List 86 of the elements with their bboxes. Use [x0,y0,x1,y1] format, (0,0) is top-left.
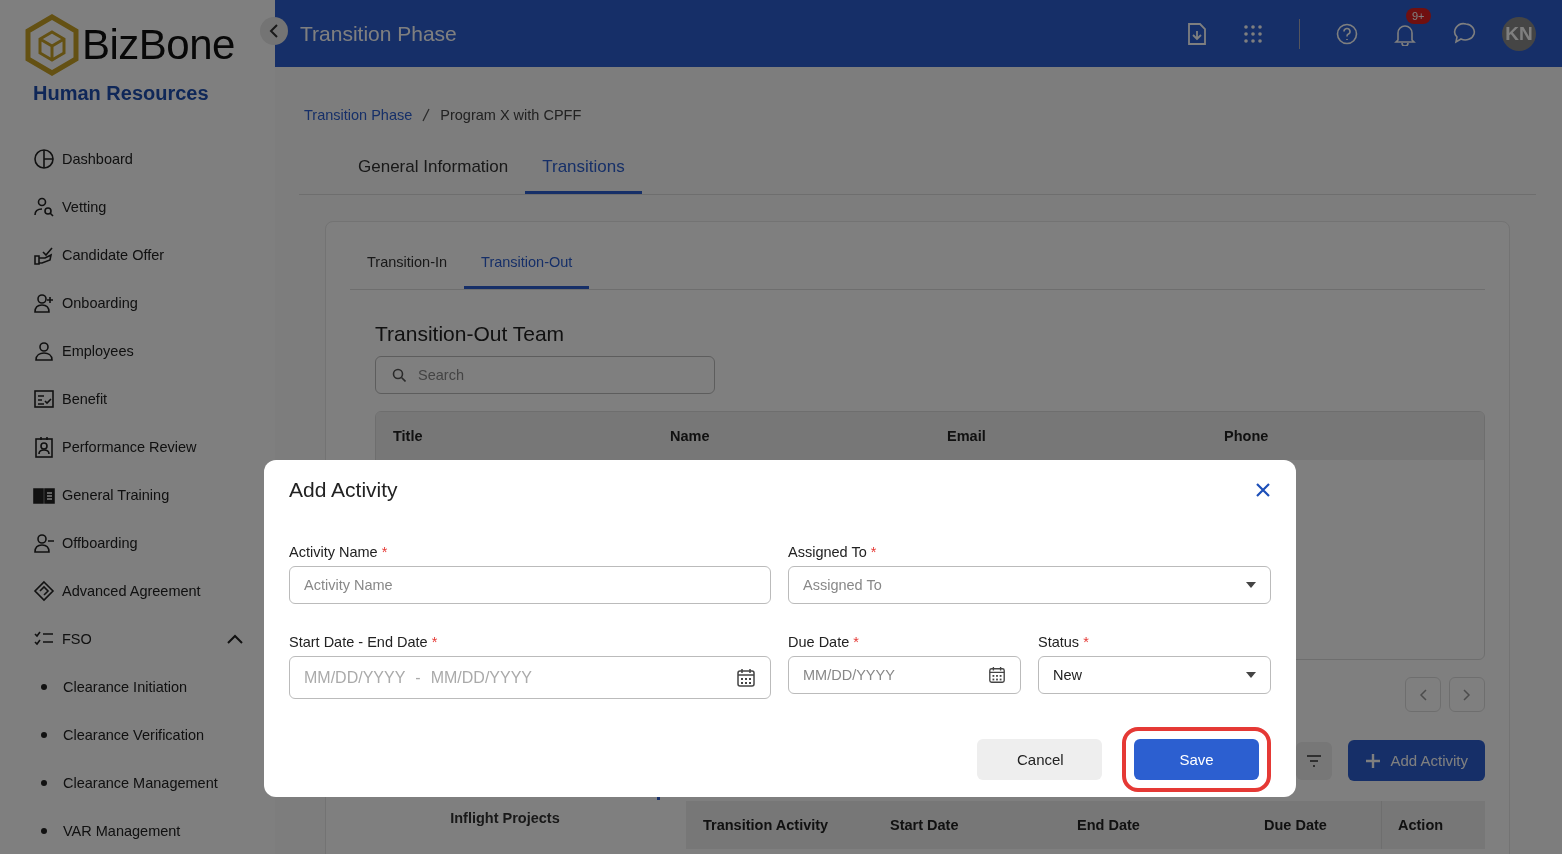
sidebar-item[interactable]: Offboarding [24,519,243,567]
dialog-title: Add Activity [289,478,398,502]
bullet-icon [41,828,47,834]
field-label: Assigned To [788,544,867,560]
chevron-right-icon [1463,688,1471,701]
column-header: Email [947,428,987,444]
user-icon [33,340,55,362]
chat-icon[interactable] [1452,21,1478,46]
column-header: End Date [1077,817,1141,833]
plus-icon [1365,752,1382,769]
search-field[interactable]: Search [375,356,715,394]
required-mark: * [381,544,388,560]
dropdown-caret-icon [1246,672,1256,678]
breadcrumb-item[interactable]: Transition Phase [304,107,413,123]
chevron-icon [227,634,243,644]
hexagon-cube-icon [24,14,80,76]
dropdown-field[interactable]: Assigned To [788,566,1271,604]
sidebar-item[interactable]: Onboarding [24,279,243,327]
breadcrumb-separator-icon [422,108,431,122]
user-plus-icon [33,292,55,314]
required-mark: * [431,634,438,650]
help-icon[interactable] [1336,22,1358,45]
search-icon [392,368,406,382]
field-label: Status [1038,634,1080,650]
column-header: Action [1381,801,1485,849]
column-header: Name [670,428,711,444]
pie-chart-icon [33,148,55,170]
bullet-icon [41,732,47,738]
field-label: Activity Name [289,544,378,560]
sidebar-item[interactable]: General Training [24,471,243,519]
id-badge-icon [33,436,55,458]
add-activity-button[interactable]: Add Activity [1348,740,1485,781]
sidebar-item[interactable]: Candidate Offer [24,231,243,279]
notification-badge: 9+ [1406,7,1431,24]
column-header: Start Date [890,817,960,833]
chevron-left-icon [1419,688,1427,701]
page-title: Transition Phase [300,21,457,46]
save-button[interactable]: Save [1134,739,1259,780]
filter-icon [1306,754,1323,767]
checklist-icon [33,388,55,410]
sidebar-subitem[interactable]: Clearance Verification [24,711,243,759]
bullet-icon [41,684,47,690]
bullet-icon [41,780,47,786]
breadcrumb-item: Program X with CPFF [440,107,582,123]
required-mark: * [853,634,859,650]
sidebar-item[interactable]: Advanced Agreement [24,567,243,615]
section-title: Transition-Out Team [375,322,566,346]
subtab[interactable]: Transition-Out [464,246,590,289]
date-field[interactable]: MM/DD/YYYY [788,656,1021,694]
close-icon[interactable] [1255,482,1271,498]
sidebar-subitem[interactable]: Clearance Management [24,759,243,807]
dropdown-field[interactable]: New [1038,656,1271,694]
sidebar-item[interactable]: Benefit [24,375,243,423]
user-search-icon [33,196,55,218]
calendar-icon [988,666,1006,684]
sidebar-subitem[interactable]: VAR Management [24,807,243,854]
module-title: Human Resources [33,82,210,105]
required-mark: * [870,544,877,560]
sidebar-item[interactable]: Vetting [24,183,243,231]
tab[interactable]: Transitions [525,149,642,194]
dropdown-caret-icon [1246,582,1256,588]
chevron-left-icon [269,24,279,38]
required-mark: * [1083,634,1089,650]
sidebar-item[interactable]: Dashboard [24,135,243,183]
sidebar-item[interactable]: Employees [24,327,243,375]
handshake-icon [33,580,55,602]
column-header: Title [393,428,424,444]
subtab[interactable]: Transition-In [350,246,465,289]
field-label: Due Date [788,634,850,650]
calendar-icon [736,667,756,688]
field-label: Start Date - End Date [289,634,428,650]
tab[interactable]: General Information [341,149,526,194]
column-header: Due Date [1264,817,1328,833]
filter-button[interactable] [1296,741,1333,780]
column-header: Transition Activity [703,817,830,833]
file-download-icon[interactable] [1187,21,1207,46]
brand-name: BizBone [82,21,235,69]
input-field[interactable]: Activity Name [289,566,771,604]
cancel-button[interactable]: Cancel [977,739,1102,780]
side-tab[interactable]: Inflight Projects [350,810,660,828]
sidebar-item[interactable]: Performance Review [24,423,243,471]
sidebar-item[interactable]: FSO [24,615,243,663]
sidebar-subitem[interactable]: Clearance Initiation [24,663,243,711]
column-header: Phone [1224,428,1270,444]
user-minus-icon [33,532,55,554]
apps-grid-icon[interactable] [1243,23,1263,44]
